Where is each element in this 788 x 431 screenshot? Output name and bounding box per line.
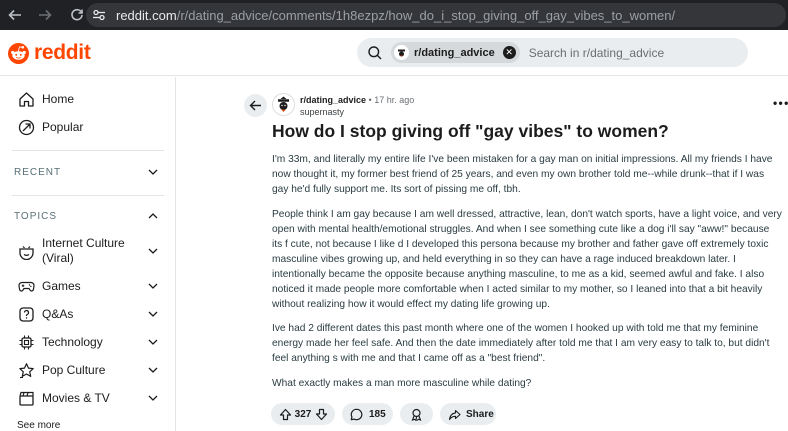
- gamepad-icon: [17, 277, 35, 295]
- sidebar-item-technology[interactable]: Technology: [0, 332, 176, 352]
- internet-culture-icon: [17, 242, 35, 260]
- address-bar[interactable]: reddit.com/r/dating_advice/comments/1h8e…: [86, 3, 786, 27]
- sidebar-item-home[interactable]: Home: [0, 89, 176, 109]
- sidebar-item-label: Home: [42, 91, 75, 106]
- reload-icon: [71, 8, 83, 21]
- sidebar-item-popular[interactable]: Popular: [0, 117, 176, 137]
- sidebar-item-internet-culture[interactable]: Internet Culture (Viral): [0, 235, 176, 267]
- url-text: reddit.com/r/dating_advice/comments/1h8e…: [116, 8, 675, 23]
- award-icon: [410, 407, 424, 421]
- sidebar-item-movies-tv[interactable]: Movies & TV: [0, 388, 176, 408]
- sidebar-item-label: Games: [42, 278, 81, 293]
- chevron-down-icon[interactable]: [147, 336, 159, 348]
- arrow-right-icon: [39, 9, 52, 21]
- site-header: reddit r/dating_advice ✕ Search in r/dat…: [0, 30, 788, 76]
- vote-count: 327: [294, 408, 312, 420]
- reddit-snoo-icon: [8, 42, 29, 64]
- share-button[interactable]: Share: [440, 403, 496, 425]
- search-icon: [368, 45, 382, 59]
- star-icon: [17, 361, 35, 379]
- post-paragraph: What exactly makes a man more masculine …: [272, 377, 532, 389]
- chevron-down-icon[interactable]: [147, 245, 159, 257]
- sidebar-item-pop-culture[interactable]: Pop Culture: [0, 360, 176, 380]
- section-heading-recent: RECENT: [14, 166, 62, 178]
- search-placeholder: Search in r/dating_advice: [528, 45, 665, 60]
- browser-toolbar: reddit.com/r/dating_advice/comments/1h8e…: [0, 0, 788, 30]
- chip-remove-icon[interactable]: ✕: [502, 46, 516, 59]
- subreddit-search-chip[interactable]: r/dating_advice ✕: [391, 42, 520, 63]
- author-link[interactable]: supernasty: [300, 107, 344, 117]
- more-options-icon[interactable]: • • •: [773, 96, 788, 110]
- browser-back-button[interactable]: [4, 4, 26, 26]
- subreddit-avatar: [394, 45, 409, 60]
- upvote-icon[interactable]: [278, 407, 292, 421]
- comments-button[interactable]: 185: [342, 403, 393, 425]
- post-meta: r/dating_advice • 17 hr. ago: [300, 95, 414, 105]
- comment-count: 185: [369, 408, 386, 420]
- subreddit-avatar[interactable]: [272, 93, 295, 116]
- post-body: I'm 33m, and literally my entire life I'…: [272, 152, 782, 400]
- post-paragraph: Ive had 2 different dates this past mont…: [272, 323, 770, 364]
- sidebar-section-recent[interactable]: RECENT: [0, 162, 176, 182]
- chevron-up-icon: [148, 213, 158, 219]
- see-more-link[interactable]: See more: [17, 420, 60, 431]
- section-heading-topics: TOPICS: [14, 210, 58, 222]
- back-button[interactable]: [244, 94, 267, 117]
- sidebar-section-topics[interactable]: TOPICS: [0, 206, 176, 226]
- sidebar-item-label: Popular: [42, 119, 84, 134]
- browser-forward-button[interactable]: [34, 4, 56, 26]
- arrow-left-icon: [249, 100, 261, 111]
- share-icon: [448, 407, 461, 421]
- popular-icon: [17, 118, 35, 136]
- logo-wordmark: reddit: [34, 41, 91, 64]
- sidebar-divider: [12, 150, 164, 151]
- left-sidebar: Home Popular RECENT TOPICS Internet Cult…: [0, 77, 176, 431]
- share-label: Share: [466, 408, 494, 420]
- chip-icon: [17, 333, 35, 351]
- reddit-logo[interactable]: reddit: [8, 41, 91, 65]
- sidebar-item-label: Pop Culture: [42, 362, 106, 377]
- sidebar-item-label: Q&As: [42, 306, 74, 321]
- post-paragraph: People think I am gay because I am well …: [272, 208, 782, 310]
- chevron-down-icon[interactable]: [147, 308, 159, 320]
- award-button[interactable]: [400, 403, 433, 425]
- downvote-icon[interactable]: [314, 407, 328, 421]
- vote-control: 327: [271, 403, 335, 425]
- site-settings-icon[interactable]: [90, 6, 108, 24]
- sidebar-item-qas[interactable]: Q&As: [0, 304, 176, 324]
- url-host: reddit.com: [116, 7, 177, 23]
- chevron-down-icon: [148, 169, 158, 175]
- sidebar-item-label: Internet Culture (Viral): [42, 236, 125, 265]
- home-icon: [17, 90, 35, 108]
- chevron-down-icon[interactable]: [147, 364, 159, 376]
- comment-icon: [350, 407, 363, 421]
- sidebar-item-label: Technology: [42, 334, 103, 349]
- browser-reload-button[interactable]: [66, 4, 88, 26]
- post-paragraph: I'm 33m, and literally my entire life I'…: [272, 154, 773, 195]
- subreddit-link[interactable]: r/dating_advice: [300, 95, 366, 105]
- sidebar-item-label: Movies & TV: [42, 390, 110, 405]
- clapperboard-icon: [17, 389, 35, 407]
- sidebar-item-games[interactable]: Games: [0, 276, 176, 296]
- post-actions: 327 185 Share: [271, 403, 503, 425]
- url-path: /r/dating_advice/comments/1h8ezpz/how_do…: [176, 7, 676, 23]
- chevron-down-icon[interactable]: [147, 392, 159, 404]
- post-timestamp: 17 hr. ago: [374, 95, 415, 105]
- post-title: How do I stop giving off "gay vibes" to …: [272, 121, 669, 141]
- sidebar-divider: [12, 195, 164, 196]
- arrow-left-icon: [8, 9, 21, 21]
- chevron-down-icon[interactable]: [147, 280, 159, 292]
- search-bar[interactable]: r/dating_advice ✕ Search in r/dating_adv…: [357, 38, 748, 67]
- qa-icon: [17, 305, 35, 323]
- chip-label: r/dating_advice: [414, 46, 495, 59]
